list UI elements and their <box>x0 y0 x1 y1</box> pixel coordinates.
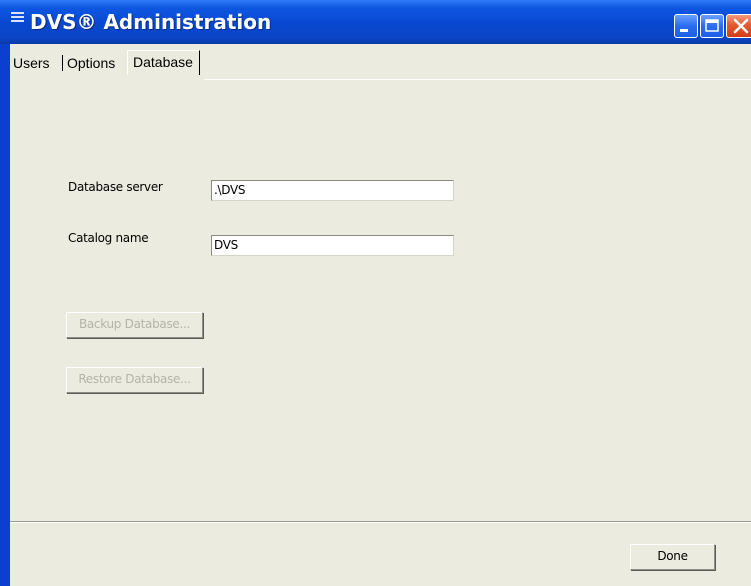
title-bar[interactable]: DVS® Administration <box>0 0 751 44</box>
backup-database-button[interactable]: Backup Database... <box>66 312 203 338</box>
done-button[interactable]: Done <box>630 544 715 570</box>
maximize-button[interactable] <box>700 14 724 38</box>
tab-database[interactable]: Database <box>127 50 200 75</box>
catalog-name-label: Catalog name <box>68 231 149 245</box>
tab-options[interactable]: Options <box>67 53 115 73</box>
restore-database-button[interactable]: Restore Database... <box>66 367 203 393</box>
maximize-icon <box>705 19 719 32</box>
database-server-label: Database server <box>68 180 163 194</box>
tab-strip: Users Options Database <box>10 50 751 80</box>
client-area: Users Options Database Database server .… <box>10 44 751 586</box>
footer-divider-highlight <box>10 522 751 523</box>
tab-users[interactable]: Users <box>13 53 50 73</box>
dvs-admin-window: DVS® Administration Users Options Databa… <box>0 0 751 586</box>
database-server-input[interactable]: .\DVS <box>211 180 454 201</box>
minimize-button[interactable] <box>674 14 698 38</box>
catalog-name-input[interactable]: DVS <box>211 235 454 256</box>
menu-icon[interactable] <box>11 12 24 22</box>
minimize-icon <box>680 29 688 32</box>
tab-underline <box>204 79 751 80</box>
window-title: DVS® Administration <box>30 10 272 34</box>
tab-separator <box>62 55 63 71</box>
close-icon <box>733 18 749 34</box>
close-button[interactable] <box>726 14 751 38</box>
